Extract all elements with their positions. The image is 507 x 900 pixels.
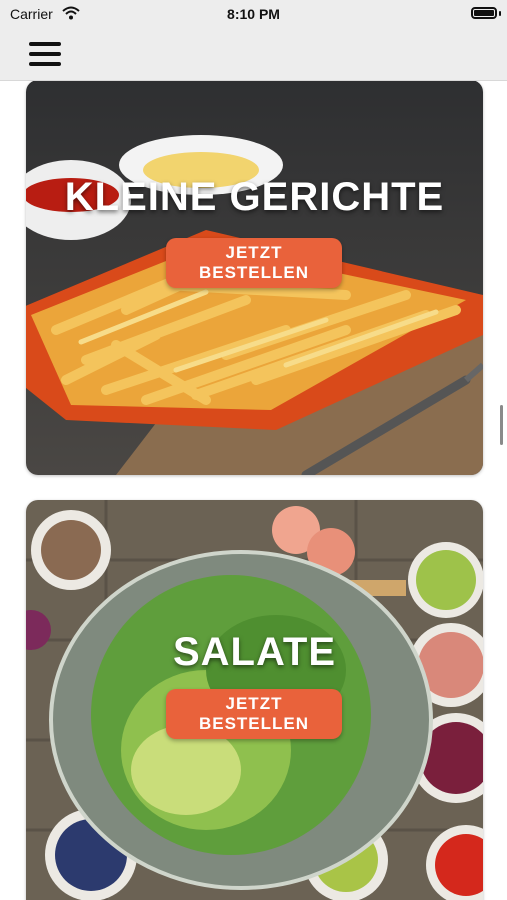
scroll-indicator[interactable] — [500, 405, 503, 445]
battery-icon — [471, 7, 497, 19]
hamburger-menu-icon[interactable] — [26, 38, 64, 70]
category-card-kleine-gerichte[interactable]: KLEINE GERICHTE JETZT BESTELLEN — [26, 81, 483, 475]
category-title: KLEINE GERICHTE — [64, 175, 445, 219]
category-title: SALATE — [172, 630, 337, 674]
category-list[interactable]: KLEINE GERICHTE JETZT BESTELLEN SALATE J… — [0, 81, 507, 900]
battery-tip — [499, 11, 501, 16]
status-bar: Carrier 8:10 PM — [0, 0, 507, 30]
nav-bar — [0, 30, 507, 81]
order-now-button[interactable]: JETZT BESTELLEN — [166, 689, 342, 739]
order-now-button[interactable]: JETZT BESTELLEN — [166, 238, 342, 288]
category-card-salate[interactable]: SALATE JETZT BESTELLEN — [26, 500, 483, 900]
status-time: 8:10 PM — [227, 6, 280, 22]
